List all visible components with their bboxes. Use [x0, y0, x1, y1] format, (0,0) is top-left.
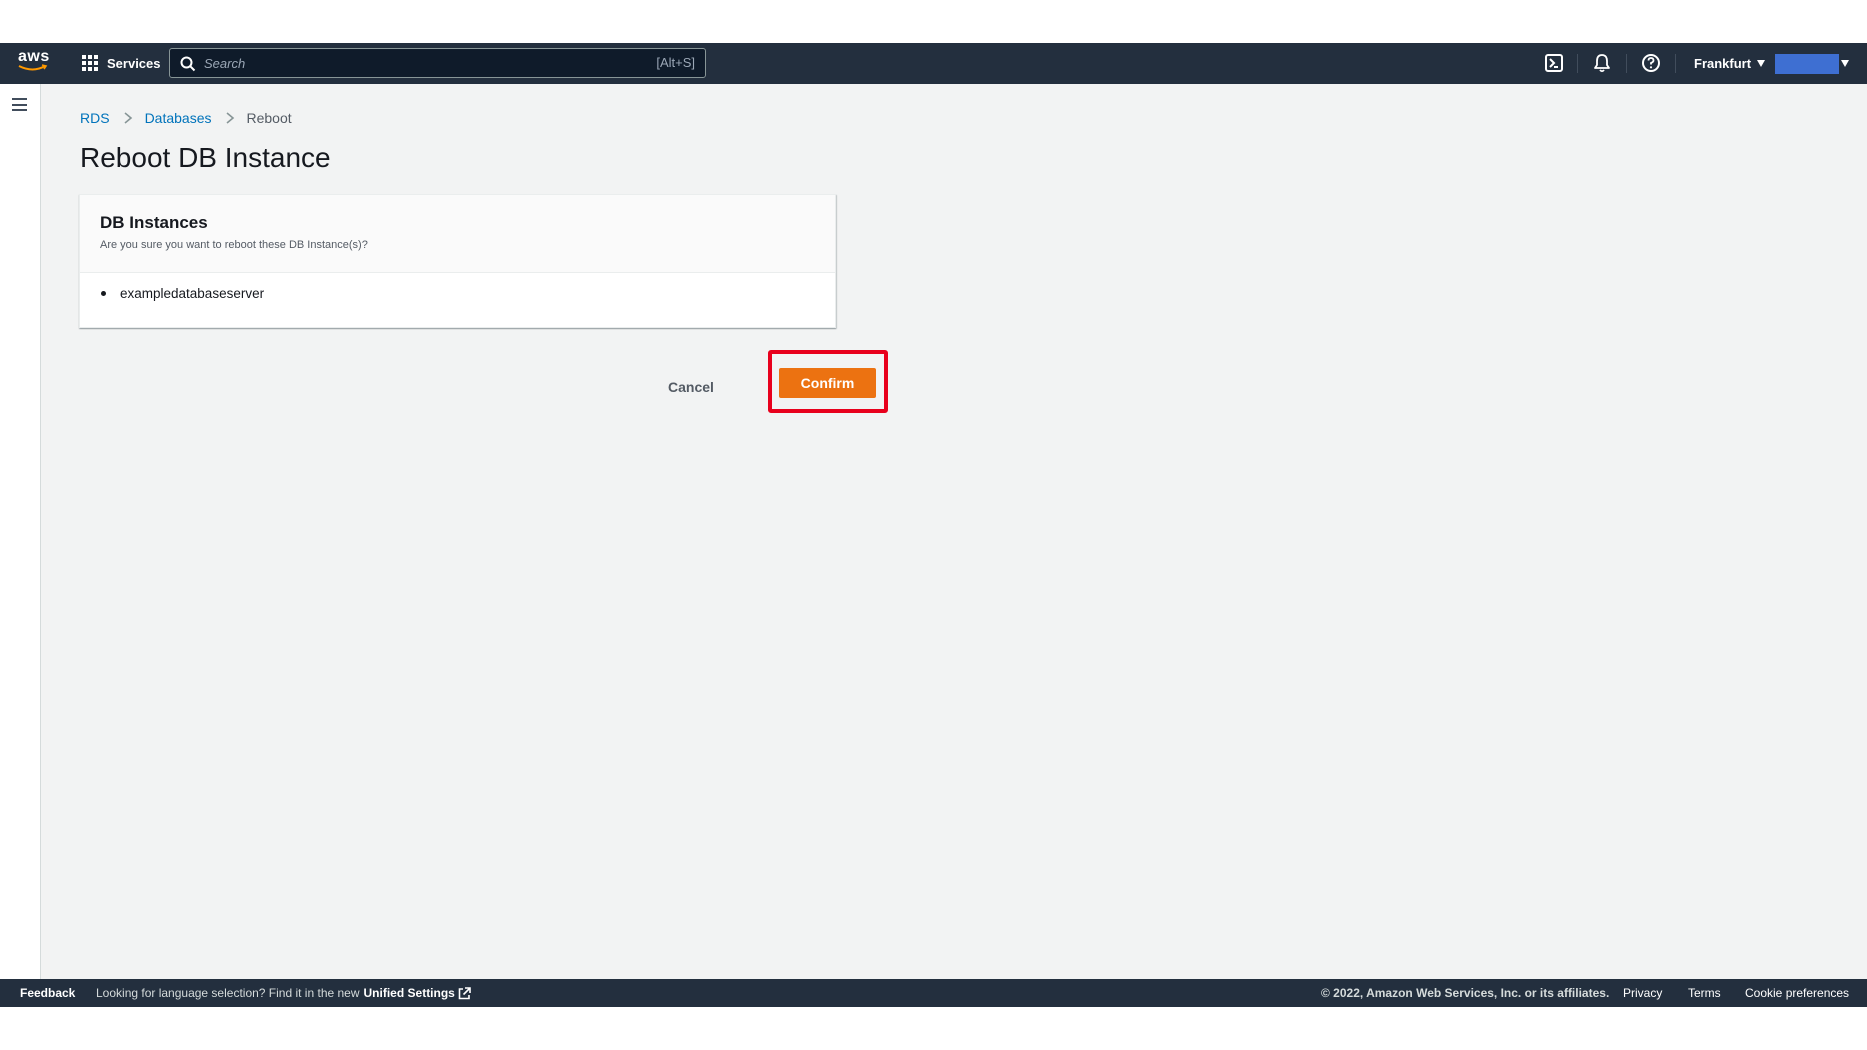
top-navigation-bar: aws Services [Alt+S]: [0, 43, 1867, 84]
page-title: Reboot DB Instance: [80, 142, 331, 173]
region-caret-icon: [1757, 60, 1766, 67]
unified-settings-link[interactable]: Unified Settings: [364, 986, 455, 1000]
footer: Feedback Looking for language selection?…: [0, 979, 1867, 1007]
services-grid-icon: [82, 55, 99, 72]
aws-logo[interactable]: aws: [18, 48, 52, 76]
panel-description: Are you sure you want to reboot these DB…: [100, 239, 368, 251]
db-instance-name: exampledatabaseserver: [120, 286, 265, 301]
aws-smile-icon: [18, 64, 48, 71]
search-bar[interactable]: [Alt+S]: [169, 48, 706, 78]
account-caret-icon[interactable]: [1841, 60, 1849, 67]
nav-divider: [1577, 54, 1578, 73]
external-link-icon[interactable]: [458, 986, 471, 1000]
chevron-right-icon: [124, 112, 132, 124]
cookie-preferences-link[interactable]: Cookie preferences: [1745, 986, 1849, 1000]
breadcrumb-rds-link[interactable]: RDS: [80, 110, 110, 126]
cloudshell-icon[interactable]: [1544, 53, 1564, 73]
confirm-button[interactable]: Confirm: [779, 368, 876, 398]
copyright-text: © 2022, Amazon Web Services, Inc. or its…: [1321, 986, 1610, 1000]
feedback-link[interactable]: Feedback: [20, 986, 75, 1000]
panel-title: DB Instances: [100, 213, 208, 232]
search-input[interactable]: [204, 52, 604, 74]
chevron-right-icon: [225, 112, 234, 124]
terms-link[interactable]: Terms: [1688, 986, 1721, 1000]
list-item: exampledatabaseserver: [101, 286, 264, 301]
services-menu-button[interactable]: Services: [82, 43, 161, 84]
region-label: Frankfurt: [1694, 56, 1752, 71]
region-selector[interactable]: Frankfurt: [1694, 43, 1766, 84]
menu-hamburger-icon[interactable]: [12, 98, 28, 111]
breadcrumb: RDS Databases Reboot: [80, 110, 292, 126]
cancel-button[interactable]: Cancel: [658, 371, 724, 403]
privacy-link[interactable]: Privacy: [1623, 986, 1662, 1000]
panel-header: DB Instances Are you sure you want to re…: [80, 195, 835, 273]
nav-divider: [1626, 54, 1627, 73]
search-icon: [180, 56, 196, 72]
breadcrumb-current-page: Reboot: [246, 110, 292, 126]
search-shortcut-hint: [Alt+S]: [656, 55, 695, 70]
nav-divider: [1675, 54, 1676, 73]
bullet-icon: [101, 291, 106, 296]
db-instance-list: exampledatabaseserver: [101, 286, 264, 301]
db-instances-panel: DB Instances Are you sure you want to re…: [79, 194, 836, 328]
language-notice-text: Looking for language selection? Find it …: [96, 986, 360, 1000]
side-navigation-collapsed: [0, 84, 41, 979]
help-icon[interactable]: [1641, 53, 1661, 73]
main-content: RDS Databases Reboot Reboot DB Instance …: [41, 84, 1867, 979]
console-window: aws Services [Alt+S]: [0, 0, 1867, 1050]
services-label: Services: [107, 56, 161, 71]
notifications-bell-icon[interactable]: [1592, 53, 1612, 73]
language-notice: Looking for language selection? Find it …: [96, 986, 471, 1000]
breadcrumb-databases-link[interactable]: Databases: [145, 110, 212, 126]
account-menu-button[interactable]: [1775, 54, 1839, 74]
